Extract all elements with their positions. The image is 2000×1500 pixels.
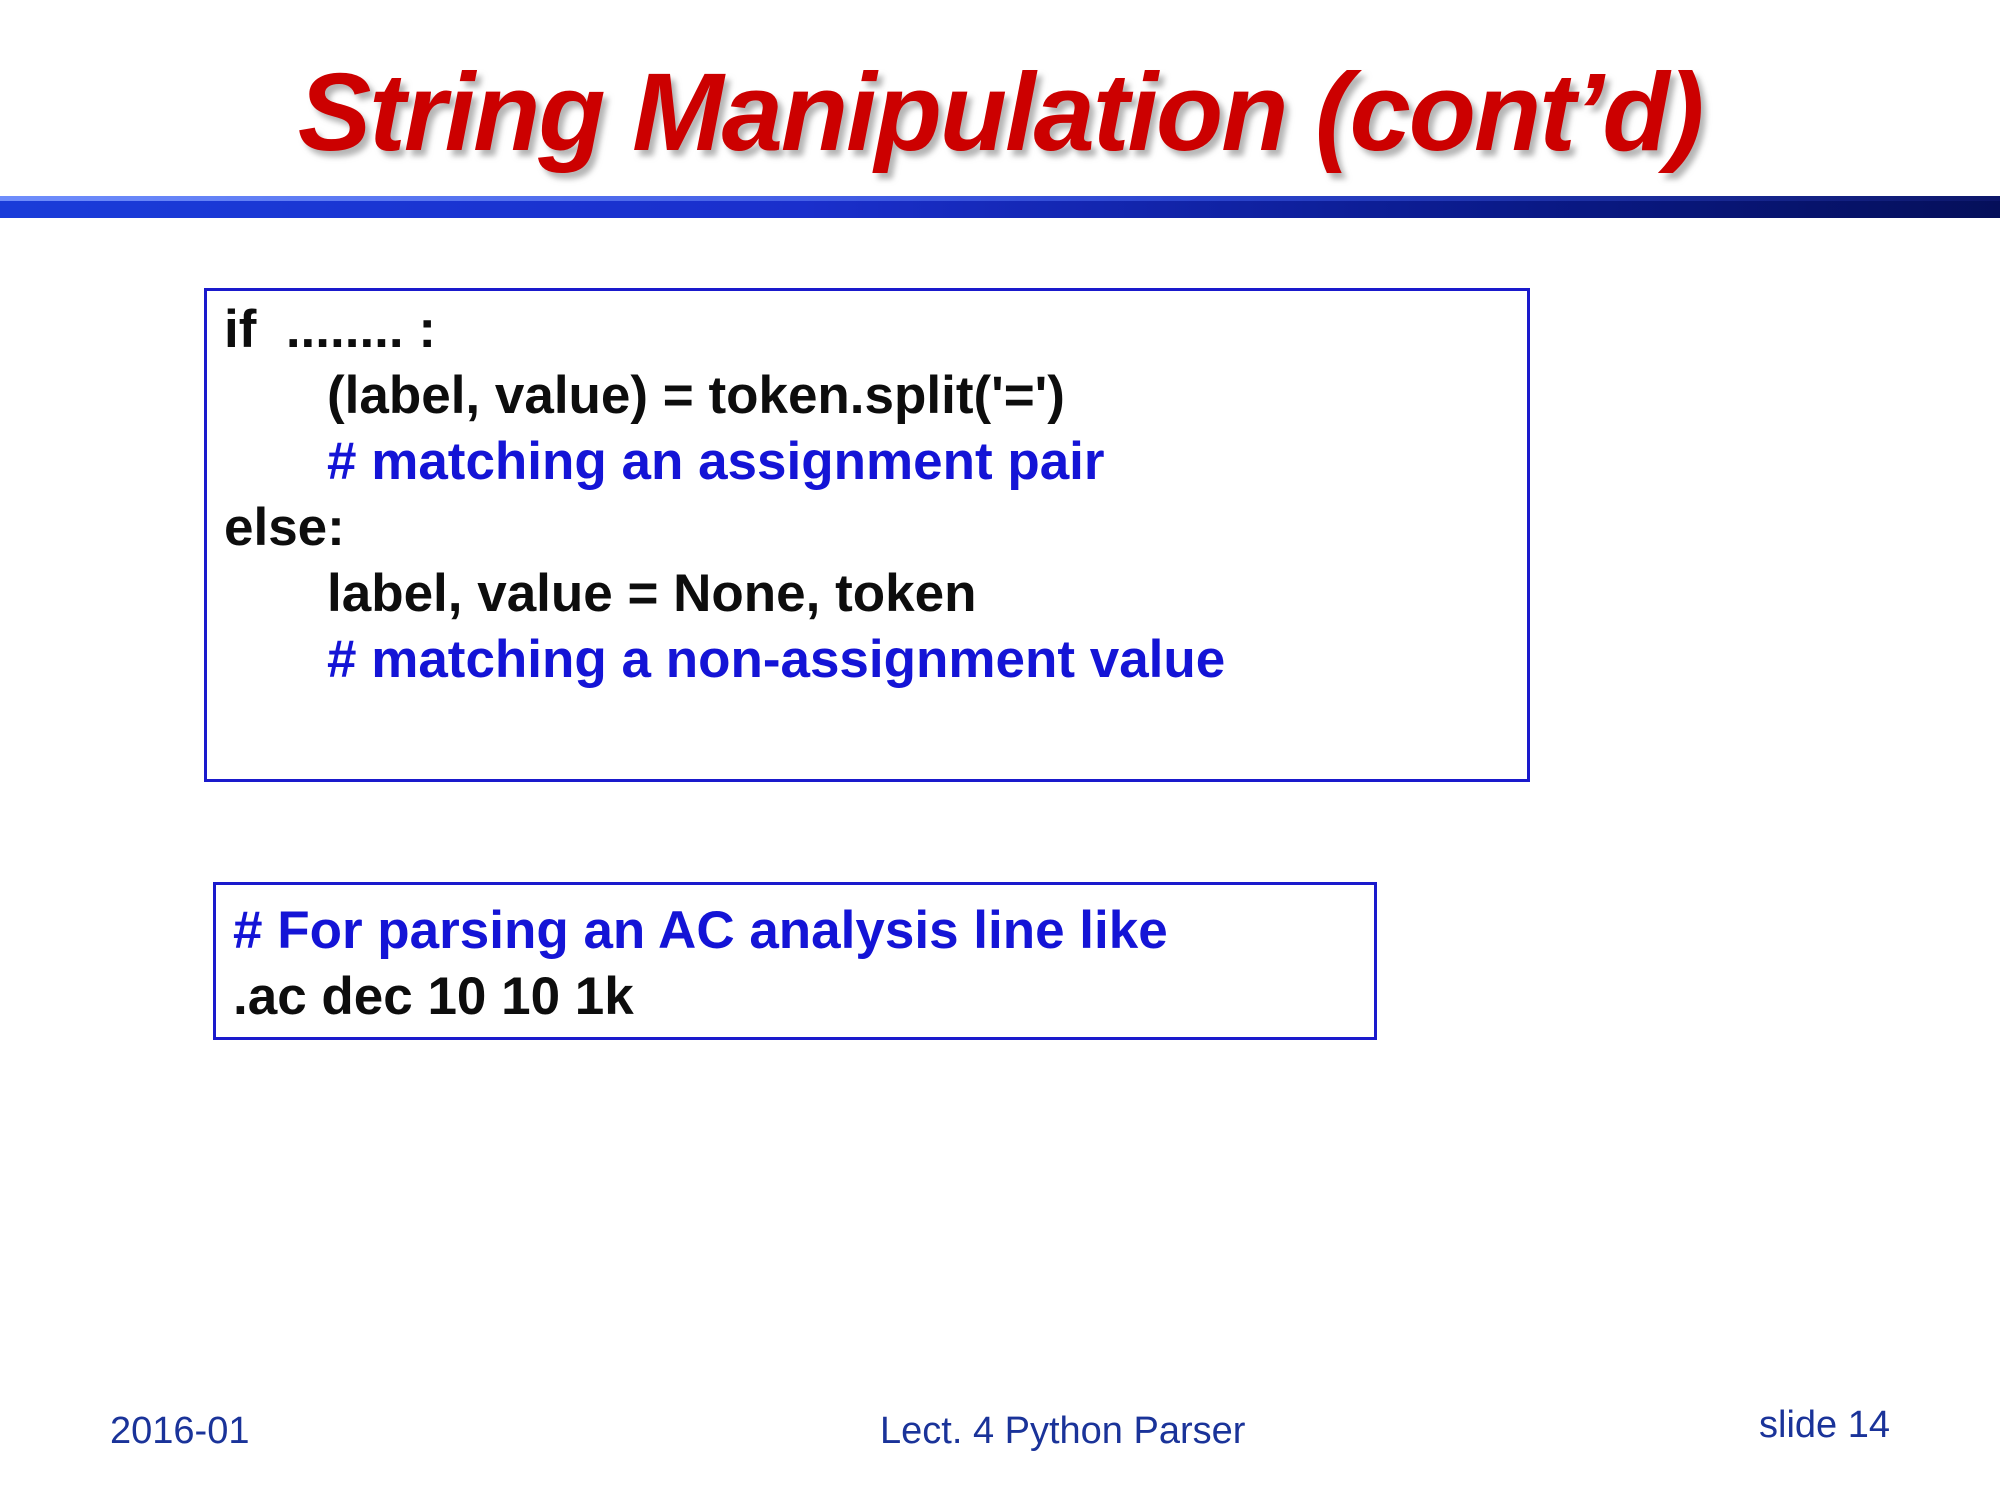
code-comment-non-assignment: # matching a non-assignment value — [327, 630, 1226, 689]
code-line-if: if ........ : — [224, 300, 436, 359]
note-box: # For parsing an AC analysis line like .… — [213, 882, 1377, 1040]
slide: String Manipulation (cont’d) if ........… — [0, 0, 2000, 1500]
code-box: if ........ : (label, value) = token.spl… — [204, 288, 1530, 782]
title-divider-highlight — [0, 196, 2000, 201]
note-example-line: .ac dec 10 10 1k — [233, 967, 634, 1026]
code-line-else: else: — [224, 498, 345, 557]
footer-slide-number: slide 14 — [1759, 1404, 1890, 1446]
code-comment-assignment: # matching an assignment pair — [327, 432, 1105, 491]
note-comment: # For parsing an AC analysis line like — [233, 901, 1168, 960]
code-line-split: (label, value) = token.split('=') — [327, 366, 1065, 425]
slide-title: String Manipulation (cont’d) — [297, 51, 1704, 174]
code-line-none-token: label, value = None, token — [327, 564, 977, 623]
footer-lecture: Lect. 4 Python Parser — [880, 1410, 1246, 1452]
footer-date: 2016-01 — [110, 1410, 250, 1452]
